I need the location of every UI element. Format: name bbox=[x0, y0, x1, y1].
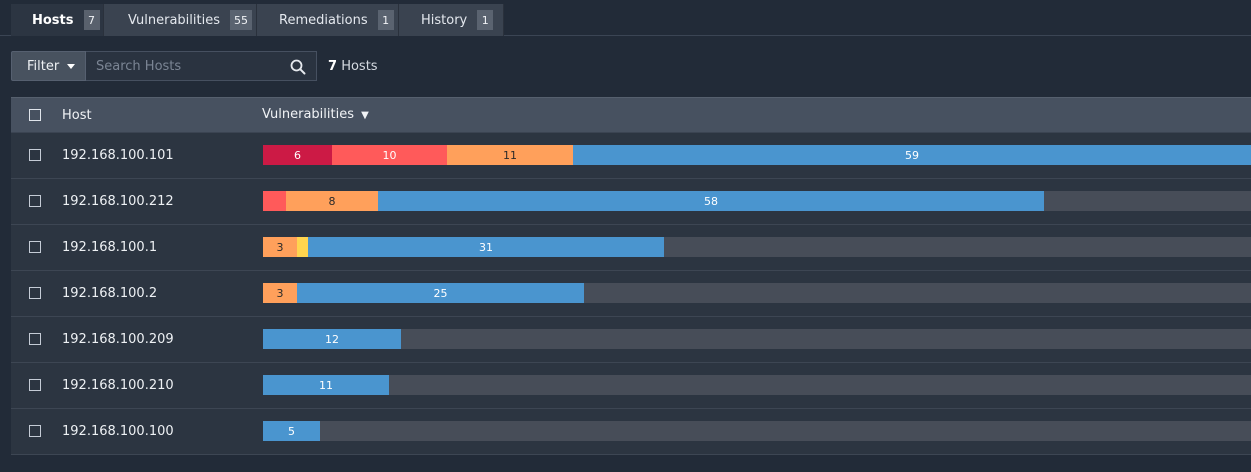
severity-segment-info[interactable]: 59 bbox=[573, 145, 1251, 165]
tab-history-label: History bbox=[421, 12, 468, 28]
vulnerability-bar: 3 31 bbox=[263, 237, 1251, 257]
tab-remediations-count-badge: 1 bbox=[377, 10, 394, 30]
tab-remediations[interactable]: Remediations 1 bbox=[257, 4, 399, 36]
host-ip[interactable]: 192.168.100.2 bbox=[62, 286, 157, 301]
severity-segment-high[interactable] bbox=[263, 191, 286, 211]
host-ip[interactable]: 192.168.100.100 bbox=[62, 424, 174, 439]
row-checkbox[interactable] bbox=[29, 149, 41, 161]
vulnerability-bar: 12 bbox=[263, 329, 1251, 349]
host-count-number: 7 bbox=[328, 59, 338, 74]
host-ip[interactable]: 192.168.100.209 bbox=[62, 332, 174, 347]
vulnerability-bar: 8 58 bbox=[263, 191, 1251, 211]
severity-segment-critical[interactable]: 6 bbox=[263, 145, 332, 165]
severity-segment-info[interactable]: 11 bbox=[263, 375, 389, 395]
tab-vulnerabilities-count-badge: 55 bbox=[229, 10, 252, 30]
host-count-label: Hosts bbox=[341, 59, 378, 74]
table-row[interactable]: 192.168.100.209 12 bbox=[11, 317, 1251, 363]
host-ip[interactable]: 192.168.100.212 bbox=[62, 194, 174, 209]
column-header-vulnerabilities[interactable]: Vulnerabilities ▼ bbox=[262, 107, 369, 122]
tab-history-count-badge: 1 bbox=[477, 10, 494, 30]
row-checkbox[interactable] bbox=[29, 333, 41, 345]
table-header: Host Vulnerabilities ▼ bbox=[11, 97, 1251, 133]
vulnerability-bar: 6 10 11 59 bbox=[263, 145, 1251, 165]
severity-segment-medium[interactable]: 11 bbox=[447, 145, 573, 165]
tab-hosts[interactable]: Hosts 7 bbox=[11, 4, 104, 36]
column-header-host[interactable]: Host bbox=[62, 108, 92, 123]
table-row[interactable]: 192.168.100.212 8 58 bbox=[11, 179, 1251, 225]
search-input[interactable] bbox=[86, 52, 281, 80]
search-icon[interactable] bbox=[290, 59, 306, 75]
hosts-table: Host Vulnerabilities ▼ 192.168.100.101 6 1… bbox=[11, 97, 1251, 455]
select-all-checkbox[interactable] bbox=[29, 109, 41, 121]
severity-segment-medium[interactable]: 8 bbox=[286, 191, 378, 211]
table-row[interactable]: 192.168.100.210 11 bbox=[11, 363, 1251, 409]
host-ip[interactable]: 192.168.100.1 bbox=[62, 240, 157, 255]
severity-segment-low[interactable] bbox=[297, 237, 308, 257]
table-row[interactable]: 192.168.100.2 3 25 bbox=[11, 271, 1251, 317]
tab-history[interactable]: History 1 bbox=[399, 4, 504, 36]
host-count: 7 Hosts bbox=[328, 59, 378, 74]
vulnerability-bar: 5 bbox=[263, 421, 1251, 441]
severity-segment-info[interactable]: 12 bbox=[263, 329, 401, 349]
host-ip[interactable]: 192.168.100.101 bbox=[62, 148, 174, 163]
severity-segment-medium[interactable]: 3 bbox=[263, 283, 297, 303]
filter-dropdown-button[interactable]: Filter bbox=[11, 51, 86, 81]
table-row[interactable]: 192.168.100.100 5 bbox=[11, 409, 1251, 455]
severity-segment-info[interactable]: 25 bbox=[297, 283, 584, 303]
chevron-down-icon bbox=[67, 63, 76, 69]
sort-descending-icon: ▼ bbox=[361, 110, 369, 121]
tab-remediations-label: Remediations bbox=[279, 12, 368, 28]
filter-button-label: Filter bbox=[27, 58, 60, 74]
vulnerability-bar: 3 25 bbox=[263, 283, 1251, 303]
tab-bar: Hosts 7 Vulnerabilities 55 Remediations … bbox=[0, 0, 1251, 36]
vulnerability-bar: 11 bbox=[263, 375, 1251, 395]
tab-vulnerabilities-label: Vulnerabilities bbox=[128, 12, 220, 28]
column-header-vulnerabilities-label: Vulnerabilities bbox=[262, 107, 354, 122]
tab-vulnerabilities[interactable]: Vulnerabilities 55 bbox=[104, 4, 257, 36]
severity-segment-high[interactable]: 10 bbox=[332, 145, 447, 165]
severity-segment-medium[interactable]: 3 bbox=[263, 237, 297, 257]
severity-segment-info[interactable]: 31 bbox=[308, 237, 664, 257]
row-checkbox[interactable] bbox=[29, 379, 41, 391]
host-ip[interactable]: 192.168.100.210 bbox=[62, 378, 174, 393]
tab-hosts-label: Hosts bbox=[32, 12, 74, 28]
search-box bbox=[86, 51, 317, 81]
table-row[interactable]: 192.168.100.101 6 10 11 59 bbox=[11, 133, 1251, 179]
row-checkbox[interactable] bbox=[29, 287, 41, 299]
row-checkbox[interactable] bbox=[29, 425, 41, 437]
row-checkbox[interactable] bbox=[29, 241, 41, 253]
severity-segment-info[interactable]: 5 bbox=[263, 421, 320, 441]
row-checkbox[interactable] bbox=[29, 195, 41, 207]
severity-segment-info[interactable]: 58 bbox=[378, 191, 1044, 211]
table-row[interactable]: 192.168.100.1 3 31 bbox=[11, 225, 1251, 271]
tab-hosts-count-badge: 7 bbox=[83, 10, 100, 30]
